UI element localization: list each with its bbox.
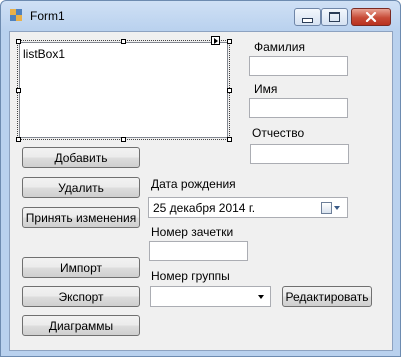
resize-handle-se[interactable] (227, 137, 232, 142)
resize-handle-w[interactable] (16, 88, 21, 93)
patronymic-field[interactable] (250, 144, 349, 164)
name-field[interactable] (249, 98, 348, 118)
patronymic-label: Отчество (252, 126, 305, 140)
surname-label: Фамилия (254, 40, 305, 54)
group-label: Номер группы (151, 269, 230, 283)
chevron-down-icon[interactable] (258, 295, 264, 299)
resize-handle-ne[interactable] (227, 39, 232, 44)
calendar-icon[interactable] (321, 202, 332, 214)
minimize-icon (302, 17, 313, 23)
list-item[interactable]: listBox1 (23, 47, 65, 61)
maximize-button[interactable] (321, 8, 348, 26)
birthdate-value: 25 декабря 2014 г. (153, 201, 256, 215)
window-title: Form1 (30, 9, 65, 23)
record-book-label: Номер зачетки (151, 225, 234, 239)
resize-handle-sw[interactable] (16, 137, 21, 142)
surname-field[interactable] (249, 56, 348, 76)
close-button[interactable] (351, 8, 391, 26)
title-bar[interactable]: Form1 (1, 1, 400, 31)
resize-handle-s[interactable] (121, 137, 126, 142)
listbox[interactable]: listBox1 (19, 42, 228, 138)
minimize-button[interactable] (294, 8, 321, 26)
smart-tag-arrow-icon[interactable] (211, 36, 220, 45)
record-book-field[interactable] (149, 241, 248, 261)
birthdate-picker[interactable]: 25 декабря 2014 г. (148, 197, 348, 218)
import-button[interactable]: Импорт (22, 257, 140, 278)
name-label: Имя (254, 82, 278, 96)
resize-handle-n[interactable] (121, 39, 126, 44)
export-button[interactable]: Экспорт (22, 286, 140, 307)
delete-button[interactable]: Удалить (22, 177, 140, 198)
resize-handle-nw[interactable] (16, 39, 21, 44)
close-icon (365, 12, 377, 22)
charts-button[interactable]: Диаграммы (22, 315, 140, 336)
chevron-down-icon[interactable] (334, 206, 340, 210)
edit-button[interactable]: Редактировать (282, 286, 372, 307)
add-button[interactable]: Добавить (22, 147, 140, 168)
apply-changes-button[interactable]: Принять изменения (22, 207, 140, 228)
form-icon (10, 9, 22, 21)
maximize-icon (329, 12, 340, 22)
resize-handle-e[interactable] (227, 88, 232, 93)
birthdate-label: Дата рождения (151, 177, 236, 191)
group-select[interactable] (150, 286, 271, 307)
